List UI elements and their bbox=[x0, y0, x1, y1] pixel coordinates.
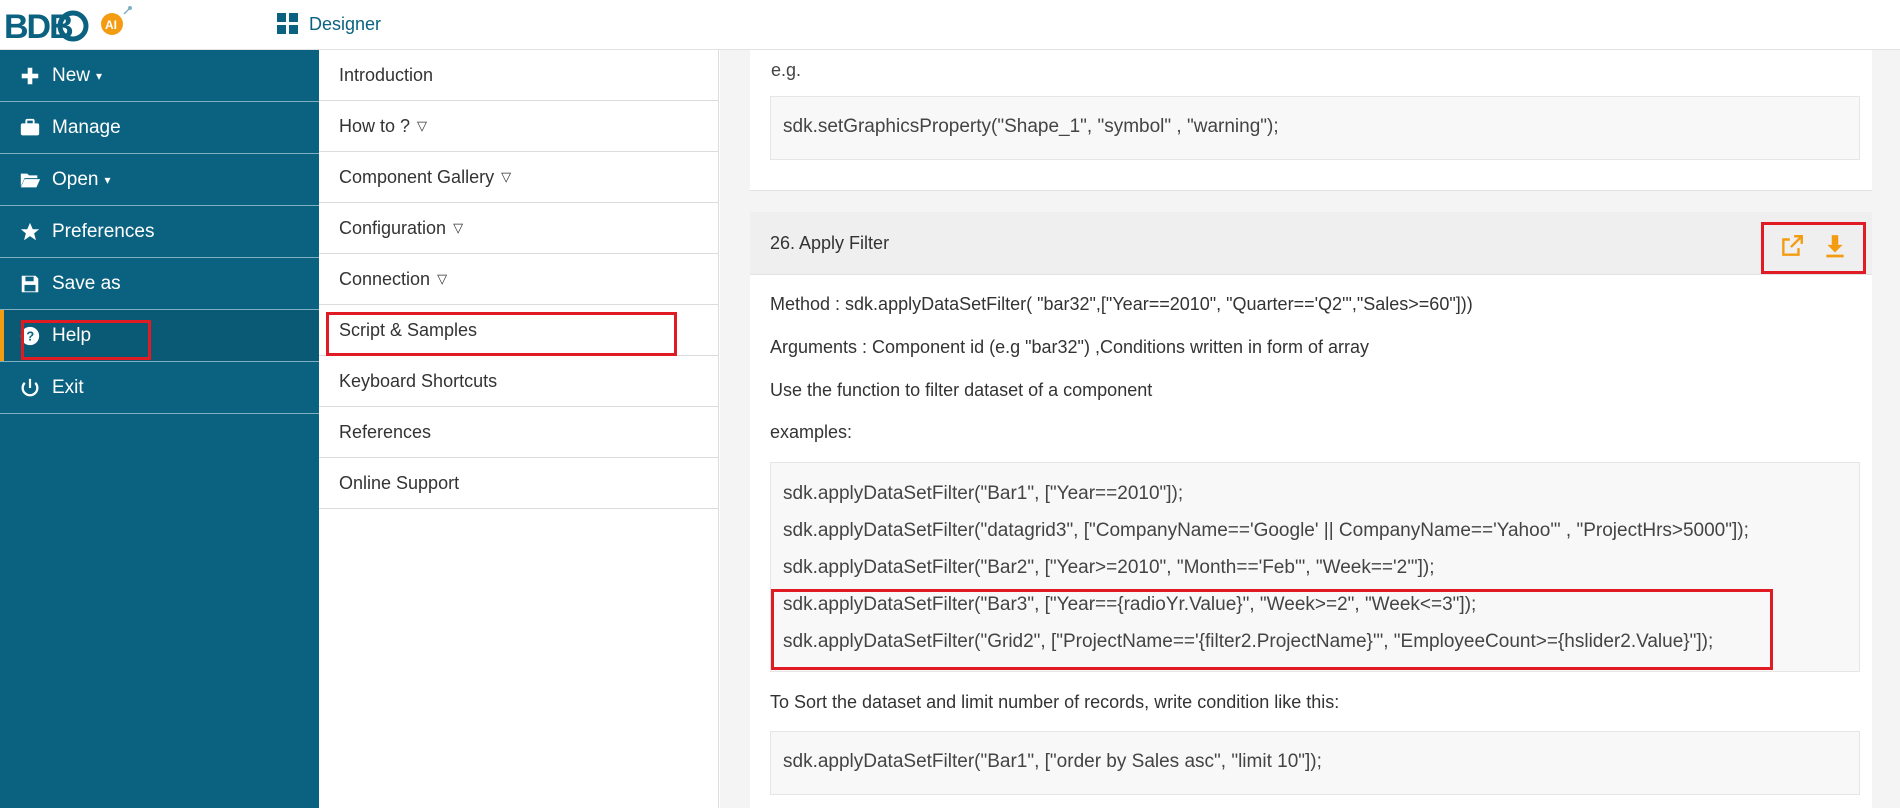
svg-text:?: ? bbox=[26, 328, 34, 343]
sort-note: To Sort the dataset and limit number of … bbox=[770, 692, 1340, 712]
logo-text: BDB bbox=[4, 8, 73, 46]
help-item-connection[interactable]: Connection ▽ bbox=[319, 254, 718, 305]
description-text: Use the function to filter dataset of a … bbox=[770, 380, 1153, 400]
help-content-pane[interactable]: e.g. sdk.setGraphicsProperty("Shape_1", … bbox=[720, 50, 1900, 808]
help-item-online-support[interactable]: Online Support bbox=[319, 458, 718, 509]
sort-code-sample: sdk.applyDataSetFilter("Bar1", ["order b… bbox=[770, 731, 1860, 795]
star-icon bbox=[18, 220, 42, 244]
help-item-label: Keyboard Shortcuts bbox=[339, 370, 498, 391]
sidebar-item-label: Exit bbox=[52, 376, 84, 398]
expand-triangle-icon: ▽ bbox=[453, 220, 464, 235]
card-title: 26. Apply Filter bbox=[770, 232, 890, 253]
card-header: 26. Apply Filter bbox=[750, 212, 1872, 275]
sidebar-item-save-as[interactable]: Save as bbox=[0, 258, 319, 310]
examples-code-block: sdk.applyDataSetFilter("Bar1", ["Year==2… bbox=[770, 462, 1860, 672]
code-line: sdk.applyDataSetFilter("datagrid3", ["Co… bbox=[783, 520, 1749, 541]
examples-label: examples: bbox=[770, 422, 853, 442]
save-icon bbox=[18, 272, 42, 296]
svg-text:AI: AI bbox=[105, 18, 117, 32]
help-item-introduction[interactable]: Introduction bbox=[319, 50, 718, 101]
sidebar-item-label: Help bbox=[52, 324, 92, 346]
help-item-label: Connection bbox=[339, 268, 431, 289]
help-item-label: References bbox=[339, 421, 432, 442]
sidebar-item-label: Preferences bbox=[52, 220, 155, 242]
briefcase-icon bbox=[18, 116, 42, 140]
sidebar-item-label: New bbox=[52, 64, 91, 86]
sidebar-item-label: Save as bbox=[52, 272, 121, 294]
code-line: sdk.applyDataSetFilter("Bar2", ["Year>=2… bbox=[783, 557, 1435, 578]
card-actions bbox=[1761, 222, 1866, 274]
help-item-configuration[interactable]: Configuration ▽ bbox=[319, 203, 718, 254]
dashboard-grid-icon bbox=[277, 13, 299, 35]
help-item-label: Configuration bbox=[339, 217, 447, 238]
arguments-text: Arguments : Component id (e.g "bar32") ,… bbox=[770, 337, 1370, 357]
expand-triangle-icon: ▽ bbox=[501, 169, 512, 184]
help-item-script-samples[interactable]: Script & Samples bbox=[319, 305, 718, 356]
sidebar-item-label: Manage bbox=[52, 116, 121, 138]
help-item-label: Script & Samples bbox=[339, 319, 478, 340]
caret-down-icon: ▾ bbox=[104, 172, 111, 187]
sidebar-item-manage[interactable]: Manage bbox=[0, 102, 319, 154]
code-sample: sdk.setGraphicsProperty("Shape_1", "symb… bbox=[770, 96, 1860, 160]
code-line: sdk.applyDataSetFilter("Bar1", ["Year==2… bbox=[783, 483, 1184, 504]
previous-topic-card: e.g. sdk.setGraphicsProperty("Shape_1", … bbox=[750, 50, 1872, 191]
top-bar: BDB AI Designer bbox=[0, 0, 1900, 50]
sidebar-item-new[interactable]: New ▾ bbox=[0, 50, 319, 102]
help-circle-icon: ? bbox=[18, 324, 42, 348]
method-text: Method : sdk.applyDataSetFilter( "bar32"… bbox=[770, 294, 1473, 314]
main-sidebar: New ▾ Manage Open ▾ Preferences Save as … bbox=[0, 50, 319, 808]
help-item-label: How to ? bbox=[339, 115, 411, 136]
folder-open-icon bbox=[18, 168, 42, 192]
help-item-label: Online Support bbox=[339, 472, 460, 493]
plus-icon bbox=[18, 64, 42, 88]
code-line: sdk.applyDataSetFilter("Bar3", ["Year=={… bbox=[783, 594, 1477, 615]
designer-label: Designer bbox=[309, 13, 382, 34]
help-item-component-gallery[interactable]: Component Gallery ▽ bbox=[319, 152, 718, 203]
help-item-keyboard-shortcuts[interactable]: Keyboard Shortcuts bbox=[319, 356, 718, 407]
code-line: sdk.applyDataSetFilter("Grid2", ["Projec… bbox=[783, 631, 1714, 652]
help-item-label: Component Gallery bbox=[339, 166, 495, 187]
help-topics-menu: Introduction How to ? ▽ Component Gallery… bbox=[319, 50, 719, 808]
sidebar-item-exit[interactable]: Exit bbox=[0, 362, 319, 414]
apply-filter-card: 26. Apply Filter Method : sdk.applyDataS… bbox=[750, 212, 1872, 808]
designer-link[interactable]: Designer bbox=[277, 13, 381, 35]
expand-triangle-icon: ▽ bbox=[417, 118, 428, 133]
caret-down-icon: ▾ bbox=[96, 68, 103, 83]
help-item-references[interactable]: References bbox=[319, 407, 718, 458]
expand-triangle-icon: ▽ bbox=[437, 271, 448, 286]
sidebar-item-label: Open bbox=[52, 168, 99, 190]
sidebar-item-preferences[interactable]: Preferences bbox=[0, 206, 319, 258]
sidebar-item-open[interactable]: Open ▾ bbox=[0, 154, 319, 206]
help-item-how-to[interactable]: How to ? ▽ bbox=[319, 101, 718, 152]
help-item-label: Introduction bbox=[339, 64, 434, 85]
open-external-icon[interactable] bbox=[1779, 233, 1805, 264]
bdb-logo[interactable]: BDB AI bbox=[2, 4, 132, 48]
download-icon[interactable] bbox=[1822, 233, 1848, 264]
power-icon bbox=[18, 376, 42, 400]
eg-label: e.g. bbox=[771, 60, 802, 80]
sidebar-item-help[interactable]: ? Help bbox=[0, 310, 319, 362]
